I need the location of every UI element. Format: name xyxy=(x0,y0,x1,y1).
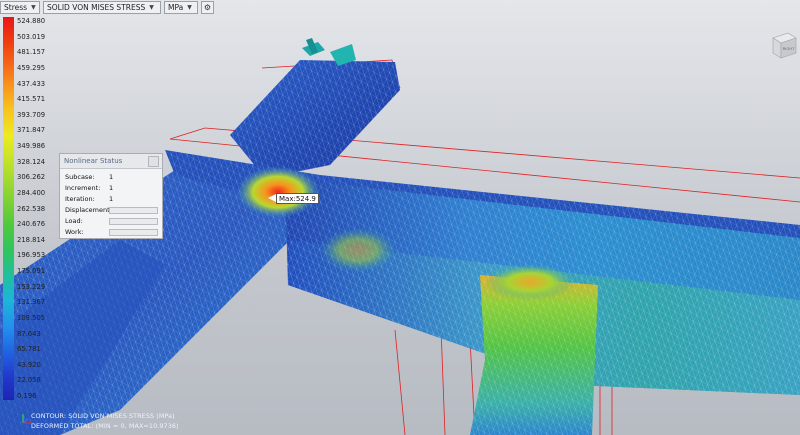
gear-icon: ⚙ xyxy=(203,3,212,12)
legend-tick-label: 459.295 xyxy=(17,63,46,72)
legend-tick-label: 218.814 xyxy=(17,235,46,244)
max-stress-region xyxy=(236,166,320,218)
results-toolbar: Stress ▼ SOLID VON MISES STRESS ▼ MPa ▼ … xyxy=(0,0,214,15)
panel-titlebar[interactable]: Nonlinear Status xyxy=(60,154,162,169)
load-row: Load: xyxy=(65,216,161,226)
contour-info: CONTOUR: SOLID VON MISES STRESS (MPa) xyxy=(31,412,175,420)
legend-tick-label: 437.433 xyxy=(17,79,46,88)
legend-tick-label: 524.880 xyxy=(17,17,46,25)
component-dropdown[interactable]: SOLID VON MISES STRESS ▼ xyxy=(43,1,161,14)
deformed-info: DEFORMED TOTAL: (MIN = 0, MAX=10.9736) xyxy=(31,422,179,430)
displacement-row: Displacement: xyxy=(65,205,161,215)
legend-tick-label: 175.091 xyxy=(17,267,46,275)
legend-tick-label: 22.058 xyxy=(17,376,41,385)
legend-tick-label: 349.986 xyxy=(17,142,46,150)
chevron-down-icon: ▼ xyxy=(31,4,36,11)
subcase-row: Subcase: 1 xyxy=(65,172,161,182)
viewcube[interactable]: RIGHT xyxy=(770,30,798,60)
legend-tick-label: 284.400 xyxy=(17,188,46,197)
displacement-label: Displacement: xyxy=(65,206,112,214)
settings-button[interactable]: ⚙ xyxy=(201,1,214,14)
max-probe-label[interactable]: Max:524.9 xyxy=(276,193,319,204)
stress-legend: 524.880 503.019 481.157 459.295 437.433 415.5… xyxy=(3,17,45,400)
legend-tick-label: 306.262 xyxy=(17,173,46,182)
subcase-value: 1 xyxy=(109,173,114,181)
iteration-label: Iteration: xyxy=(65,195,95,203)
legend-tick-label: 262.538 xyxy=(17,204,46,213)
legend-tick-label: 87.643 xyxy=(17,329,41,338)
legend-tick-label: 153.229 xyxy=(17,282,46,291)
component-value: SOLID VON MISES STRESS xyxy=(47,3,146,12)
iteration-value: 1 xyxy=(109,195,114,203)
legend-tick-label: 131.367 xyxy=(17,298,46,307)
legend-tick-label: 109.505 xyxy=(17,313,46,322)
iteration-row: Iteration: 1 xyxy=(65,194,161,204)
close-icon[interactable] xyxy=(148,155,159,167)
legend-tick-label: 393.709 xyxy=(17,110,46,119)
legend-tick-label: 43.920 xyxy=(17,360,41,369)
legend-tick-label: 481.157 xyxy=(17,48,46,57)
legend-tick-label: 0.196 xyxy=(17,392,37,400)
legend-tick-label: 371.847 xyxy=(17,126,46,135)
displacement-progress xyxy=(109,206,158,214)
units-dropdown[interactable]: MPa ▼ xyxy=(164,1,198,14)
probe-pointer xyxy=(268,194,276,202)
increment-label: Increment: xyxy=(65,184,101,192)
legend-tick-label: 503.019 xyxy=(17,32,46,41)
result-type-value: Stress xyxy=(4,3,28,12)
legend-color-bar xyxy=(3,17,14,400)
legend-tick-label: 415.571 xyxy=(17,95,46,104)
work-label: Work: xyxy=(65,228,84,236)
subcase-label: Subcase: xyxy=(65,173,95,181)
load-label: Load: xyxy=(65,217,83,225)
chevron-down-icon: ▼ xyxy=(149,4,154,11)
work-progress xyxy=(109,228,158,236)
legend-tick-label: 240.676 xyxy=(17,220,46,229)
units-value: MPa xyxy=(168,3,184,12)
work-row: Work: xyxy=(65,227,161,237)
legend-tick-label: 328.124 xyxy=(17,157,46,166)
result-type-dropdown[interactable]: Stress ▼ xyxy=(0,1,40,14)
legend-tick-label: 196.953 xyxy=(17,251,46,260)
legend-tick-label: 65.781 xyxy=(17,345,41,354)
chevron-down-icon: ▼ xyxy=(187,4,192,11)
viewcube-face-label: RIGHT xyxy=(783,46,796,51)
panel-title: Nonlinear Status xyxy=(64,157,123,165)
load-progress xyxy=(109,217,158,225)
increment-row: Increment: 1 xyxy=(65,183,161,193)
viewport[interactable]: Stress ▼ SOLID VON MISES STRESS ▼ MPa ▼ … xyxy=(0,0,800,435)
increment-value: 1 xyxy=(109,184,114,192)
nonlinear-status-panel: Nonlinear Status Subcase: 1 Increment: 1… xyxy=(59,153,163,239)
